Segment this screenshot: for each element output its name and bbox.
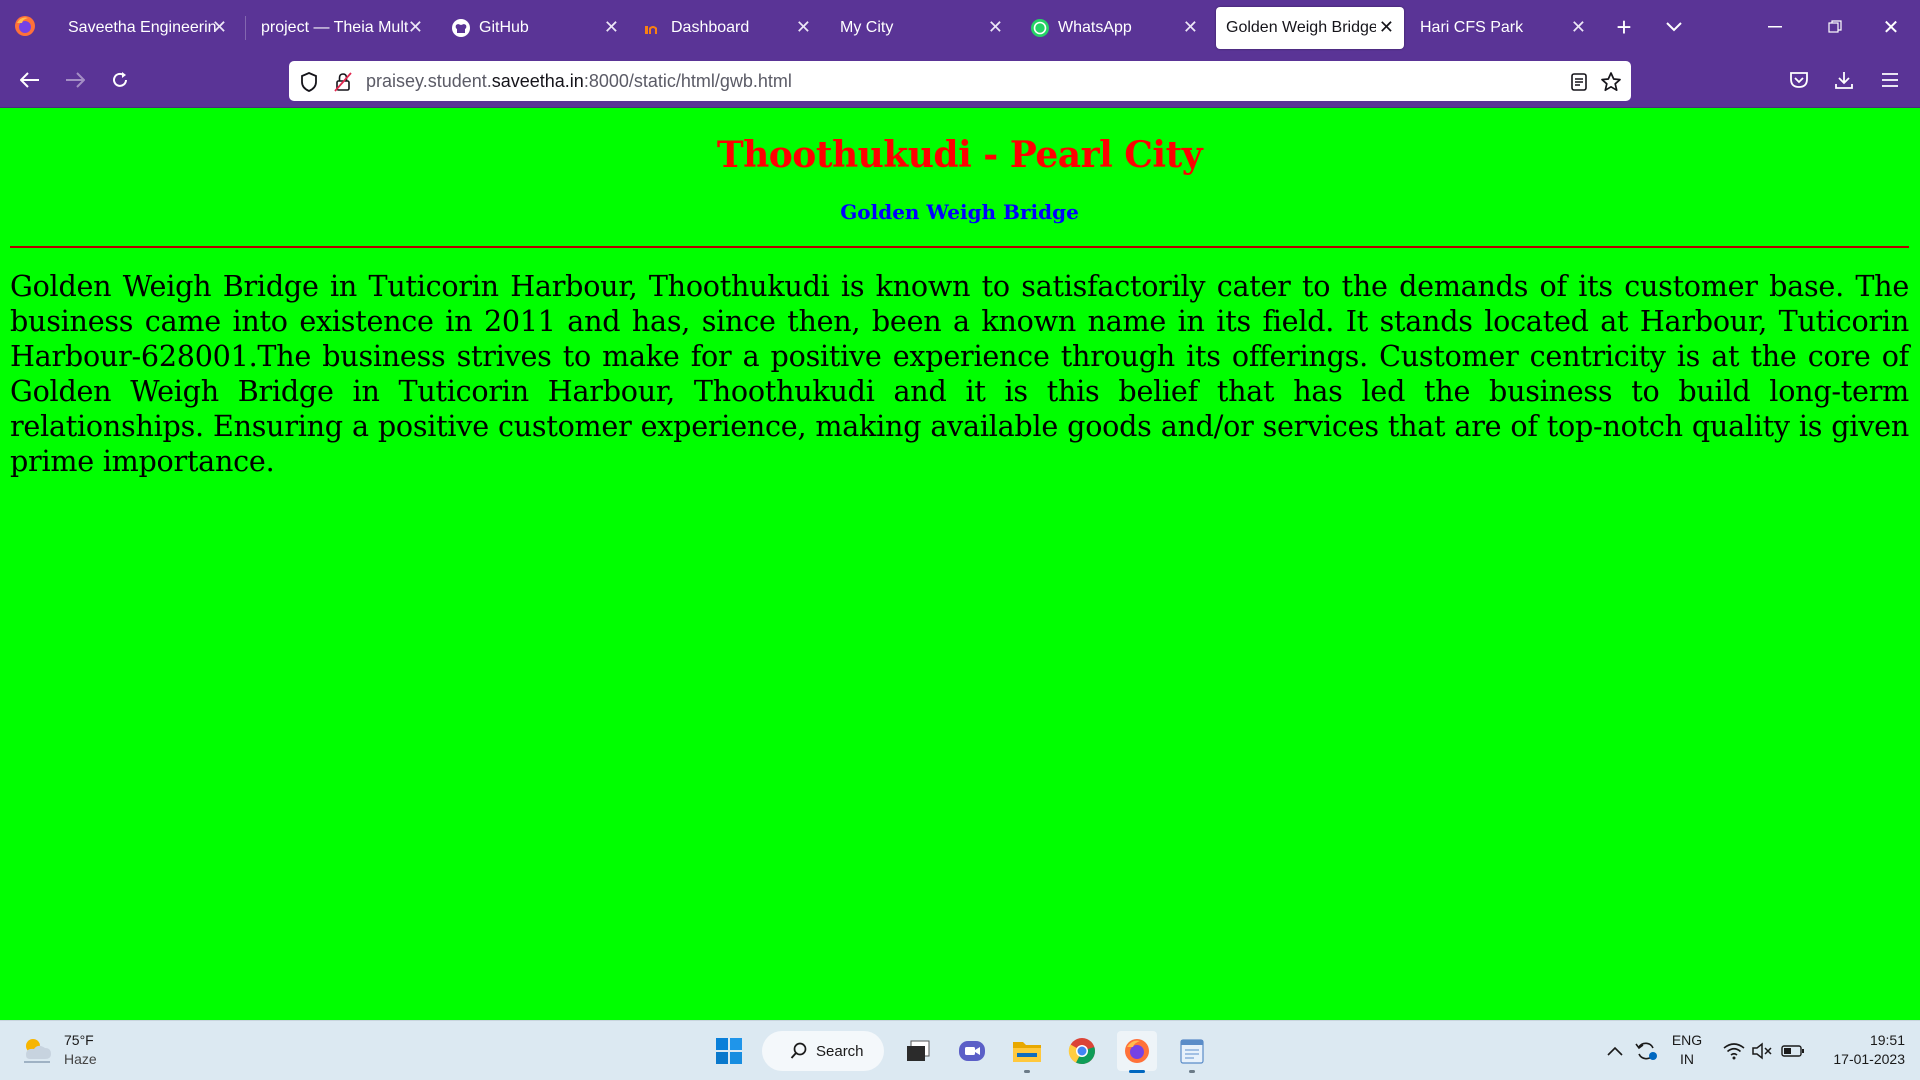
input-language-indicator[interactable]: ENG IN <box>1668 1031 1706 1069</box>
tab-separator <box>245 16 246 40</box>
clock[interactable]: 19:51 17-01-2023 <box>1815 1031 1905 1069</box>
weather-condition: Haze <box>64 1051 97 1067</box>
close-icon[interactable]: ✕ <box>796 18 811 36</box>
language-code: ENG <box>1671 1032 1703 1048</box>
navigation-toolbar: praisey.student.saveetha.in:8000/static/… <box>0 53 1920 107</box>
chrome-icon[interactable] <box>1062 1031 1102 1071</box>
reader-view-icon[interactable] <box>1567 70 1591 94</box>
tab-project-theia[interactable]: project — Theia Multi- ✕ <box>248 7 433 49</box>
notepad-icon[interactable] <box>1172 1031 1212 1073</box>
tab-strip: Saveetha Engineering ✕ project — Theia M… <box>0 0 1920 53</box>
restore-icon[interactable] <box>1820 13 1850 41</box>
running-indicator <box>1024 1070 1030 1073</box>
show-hidden-icons-chevron-up-icon[interactable] <box>1603 1039 1627 1063</box>
tab-hari-cfs-park[interactable]: Hari CFS Park ✕ <box>1410 7 1596 49</box>
whatsapp-icon <box>1030 18 1050 38</box>
battery-icon[interactable] <box>1778 1037 1808 1065</box>
weather-text: 75°F Haze <box>64 1031 97 1069</box>
bookmark-star-icon[interactable] <box>1598 69 1624 95</box>
windows-taskbar: 75°F Haze Search ENG IN 19:51 17-01-2023 <box>0 1020 1920 1080</box>
list-all-tabs-chevron-down-icon[interactable] <box>1660 13 1688 41</box>
page-heading: Thoothukudi - Pearl City <box>716 134 1203 176</box>
tab-whatsapp[interactable]: WhatsApp ✕ <box>1022 7 1208 49</box>
url-text[interactable]: praisey.student.saveetha.in:8000/static/… <box>366 71 792 92</box>
url-prefix: praisey.student. <box>366 71 492 91</box>
tab-github[interactable]: GitHub ✕ <box>443 7 629 49</box>
url-domain: saveetha.in <box>491 71 584 91</box>
tab-title: My City <box>840 19 894 36</box>
close-icon[interactable]: ✕ <box>1183 18 1198 36</box>
url-path: :8000/static/html/gwb.html <box>583 71 792 91</box>
teams-chat-icon[interactable] <box>952 1031 992 1071</box>
active-indicator <box>1129 1070 1145 1073</box>
tab-my-city[interactable]: My City ✕ <box>827 7 1013 49</box>
clock-date: 17-01-2023 <box>1833 1051 1905 1067</box>
tab-title: Hari CFS Park <box>1420 19 1524 36</box>
close-icon[interactable]: ✕ <box>988 18 1003 36</box>
wifi-icon[interactable] <box>1720 1037 1748 1065</box>
close-icon[interactable]: ✕ <box>212 18 227 36</box>
body-paragraph: Golden Weigh Bridge in Tuticorin Harbour… <box>10 269 1909 478</box>
tab-dashboard[interactable]: Dashboard ✕ <box>635 7 821 49</box>
pocket-icon[interactable] <box>1785 66 1813 94</box>
task-view-icon[interactable] <box>898 1031 938 1071</box>
forward-arrow-icon[interactable] <box>61 66 89 94</box>
minimize-icon[interactable] <box>1760 13 1790 41</box>
page-content: Thoothukudi - Pearl City Golden Weigh Br… <box>10 108 1909 479</box>
tab-saveetha-engineering[interactable]: Saveetha Engineering ✕ <box>55 7 237 49</box>
windows-start-icon[interactable] <box>709 1031 749 1071</box>
firefox-menu-icon[interactable] <box>12 13 38 39</box>
address-bar[interactable]: praisey.student.saveetha.in:8000/static/… <box>289 61 1631 101</box>
sync-icon[interactable] <box>1632 1037 1660 1065</box>
search-icon <box>790 1042 807 1059</box>
back-arrow-icon[interactable] <box>16 66 44 94</box>
tab-golden-weigh-bridge[interactable]: Golden Weigh Bridge ✕ <box>1216 7 1404 49</box>
downloads-icon[interactable] <box>1830 66 1858 94</box>
region-code: IN <box>1680 1051 1694 1067</box>
tab-title: Saveetha Engineering <box>68 19 216 36</box>
reload-icon[interactable] <box>106 66 134 94</box>
search-label: Search <box>816 1042 864 1060</box>
tab-title: project — Theia Multi- <box>261 19 409 36</box>
page-subheading: Golden Weigh Bridge <box>840 200 1079 224</box>
close-icon[interactable]: ✕ <box>408 18 423 36</box>
github-icon <box>451 18 471 38</box>
close-icon[interactable]: ✕ <box>1571 18 1586 36</box>
close-icon[interactable]: ✕ <box>1379 18 1394 36</box>
insecure-lock-icon[interactable] <box>331 70 355 94</box>
hazy-sun-icon <box>24 1039 51 1063</box>
horizontal-rule <box>10 246 1909 248</box>
running-indicator <box>1189 1070 1195 1073</box>
taskbar-search-box[interactable]: Search <box>762 1031 884 1071</box>
tracking-protection-shield-icon[interactable] <box>297 70 321 94</box>
close-icon[interactable]: ✕ <box>604 18 619 36</box>
volume-muted-icon[interactable] <box>1748 1037 1776 1065</box>
file-explorer-icon[interactable] <box>1007 1031 1047 1073</box>
clock-time: 19:51 <box>1869 1032 1905 1048</box>
weather-temp: 75°F <box>64 1032 94 1048</box>
weather-widget[interactable]: 75°F Haze <box>20 1031 97 1069</box>
hamburger-menu-icon[interactable] <box>1876 66 1904 94</box>
close-window-icon[interactable]: ✕ <box>1876 13 1906 41</box>
dashboard-favicon <box>643 18 663 38</box>
firefox-icon[interactable] <box>1117 1031 1157 1073</box>
tab-title: Golden Weigh Bridge <box>1226 19 1376 36</box>
new-tab-plus-icon[interactable]: + <box>1610 12 1638 42</box>
